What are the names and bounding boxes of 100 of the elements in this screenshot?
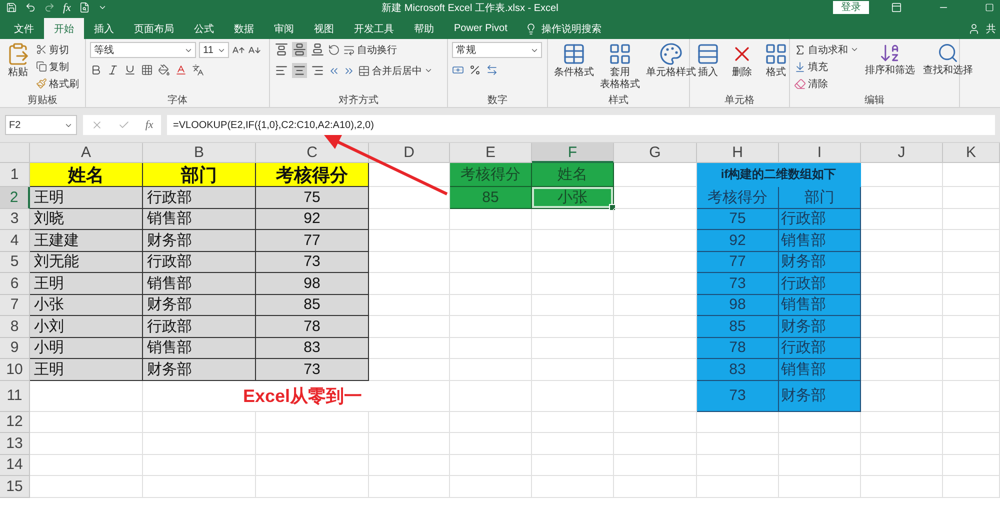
ribbon-display-icon <box>891 2 902 13</box>
table-cell: 行政部 <box>779 208 861 230</box>
table-cell: 73 <box>697 380 779 412</box>
copy-button[interactable]: 复制 <box>36 59 79 74</box>
sort-filter-button[interactable]: 排序和筛选 <box>863 42 917 77</box>
paste-button[interactable]: 粘贴 <box>4 42 32 79</box>
ribbon-tab[interactable]: 审阅 <box>264 18 304 39</box>
row-header[interactable]: 9 <box>0 338 30 359</box>
group-label: 字体 <box>166 94 188 107</box>
table-cell: 77 <box>256 230 369 252</box>
conditional-format-button[interactable]: 条件格式 <box>552 42 596 79</box>
ribbon-tab[interactable]: 开发工具 <box>344 18 404 39</box>
row-header[interactable]: 15 <box>0 476 30 498</box>
empty-cell <box>943 294 1000 316</box>
number-format-field[interactable]: 常规 <box>452 42 542 58</box>
orientation-icon <box>328 44 340 56</box>
ribbon-tab[interactable]: 帮助 <box>404 18 444 39</box>
row-header[interactable]: 6 <box>0 273 30 294</box>
table-icon <box>562 42 586 66</box>
column-header[interactable]: H <box>697 143 779 163</box>
tell-me-search[interactable]: 操作说明搜索 <box>541 22 602 36</box>
format-button[interactable]: 格式 <box>762 42 790 79</box>
row-header[interactable]: 13 <box>0 433 30 454</box>
row-header[interactable]: 7 <box>0 294 30 316</box>
table-cell: 姓名 <box>532 163 614 187</box>
middle-align-button[interactable] <box>292 42 307 57</box>
eraser-icon <box>794 78 806 90</box>
row-header[interactable]: 14 <box>0 454 30 476</box>
ribbon-tab[interactable]: 文件 <box>4 18 44 39</box>
table-cell: 行政部 <box>143 187 256 208</box>
ribbon-tab[interactable]: 视图 <box>304 18 344 39</box>
table-cell: 行政部 <box>143 252 256 273</box>
ribbon-tab[interactable]: Power Pivot <box>444 18 518 39</box>
column-header[interactable]: K <box>943 143 1000 163</box>
empty-cell <box>943 433 1000 454</box>
table-cell: 考核得分 <box>450 163 532 187</box>
table-cell: 销售部 <box>779 294 861 316</box>
ribbon-tab[interactable]: 数据 <box>224 18 264 39</box>
top-align-button[interactable] <box>274 42 289 57</box>
column-header[interactable]: I <box>779 143 861 163</box>
group-label: 数字 <box>486 94 508 107</box>
name-box[interactable]: F2 <box>5 115 77 135</box>
merge-center-button[interactable]: 合并后居中 <box>358 63 433 78</box>
table-cell: 92 <box>697 230 779 252</box>
row-header[interactable]: 8 <box>0 316 30 338</box>
insert-function-button[interactable]: fx <box>145 119 154 131</box>
column-header[interactable]: D <box>369 143 450 163</box>
function-button[interactable]: fx <box>63 2 71 14</box>
font-size-field[interactable]: 11 <box>199 42 229 58</box>
fill-handle[interactable] <box>609 204 616 210</box>
table-cell: 考核得分 <box>256 163 369 187</box>
column-header[interactable]: J <box>861 143 943 163</box>
font-name-field[interactable]: 等线 <box>90 42 196 58</box>
ribbon-tab[interactable]: 插入 <box>84 18 124 39</box>
column-header[interactable]: E <box>450 143 532 163</box>
empty-cell <box>943 208 1000 230</box>
cut-button[interactable]: 剪切 <box>36 42 79 57</box>
table-cell: 刘无能 <box>30 252 143 273</box>
wrap-text-button[interactable]: 自动换行 <box>343 42 397 57</box>
table-cell: 刘晓 <box>30 208 143 230</box>
align-center-button[interactable] <box>292 63 307 78</box>
ribbon-tab[interactable]: 页面布局 <box>124 18 184 39</box>
align-left-button[interactable] <box>274 63 289 78</box>
column-header[interactable]: B <box>143 143 256 163</box>
formula-field[interactable]: =VLOOKUP(E2,IF({1,0},C2:C10,A2:A10),2,0) <box>167 115 995 135</box>
row-header[interactable]: 3 <box>0 208 30 230</box>
group-label: 剪贴板 <box>26 94 58 107</box>
row-header[interactable]: 2 <box>0 187 30 208</box>
row-header[interactable]: 5 <box>0 252 30 273</box>
autosum-button[interactable]: 自动求和 <box>794 42 859 57</box>
sign-in-button[interactable]: 登录 <box>833 1 869 14</box>
table-cell: 83 <box>256 338 369 359</box>
row-header[interactable]: 12 <box>0 412 30 433</box>
row-header[interactable]: 10 <box>0 359 30 380</box>
align-right-button[interactable] <box>310 63 325 78</box>
empty-cell <box>943 187 1000 208</box>
table-cell: 王明 <box>30 187 143 208</box>
row-header[interactable]: 11 <box>0 380 30 412</box>
column-header[interactable]: F <box>532 143 614 163</box>
find-select-button[interactable]: 查找和选择 <box>921 42 975 77</box>
table-cell: 王明 <box>30 359 143 380</box>
column-header[interactable]: C <box>256 143 369 163</box>
bottom-align-button[interactable] <box>310 42 325 57</box>
column-header[interactable]: A <box>30 143 143 163</box>
window-title: 新建 Microsoft Excel 工作表.xlsx - Excel <box>380 2 560 14</box>
row-header[interactable]: 1 <box>0 163 30 187</box>
format-as-table-button[interactable]: 套用 表格格式 <box>598 42 642 91</box>
empty-cell <box>943 273 1000 294</box>
empty-cell <box>943 359 1000 380</box>
format-painter-button[interactable]: 格式刷 <box>36 76 79 91</box>
share-button[interactable]: 共 <box>986 22 996 36</box>
ribbon-tab[interactable]: 开始 <box>44 18 84 39</box>
table-cell: 财务部 <box>143 294 256 316</box>
column-header[interactable]: G <box>614 143 697 163</box>
row-header[interactable]: 4 <box>0 230 30 252</box>
preview-icon <box>78 2 90 13</box>
delete-button[interactable]: 删除 <box>728 42 756 79</box>
ribbon-tab[interactable]: 公式 <box>184 18 224 39</box>
fill-button[interactable]: 填充 <box>794 59 859 74</box>
clear-button[interactable]: 清除 <box>794 76 859 91</box>
